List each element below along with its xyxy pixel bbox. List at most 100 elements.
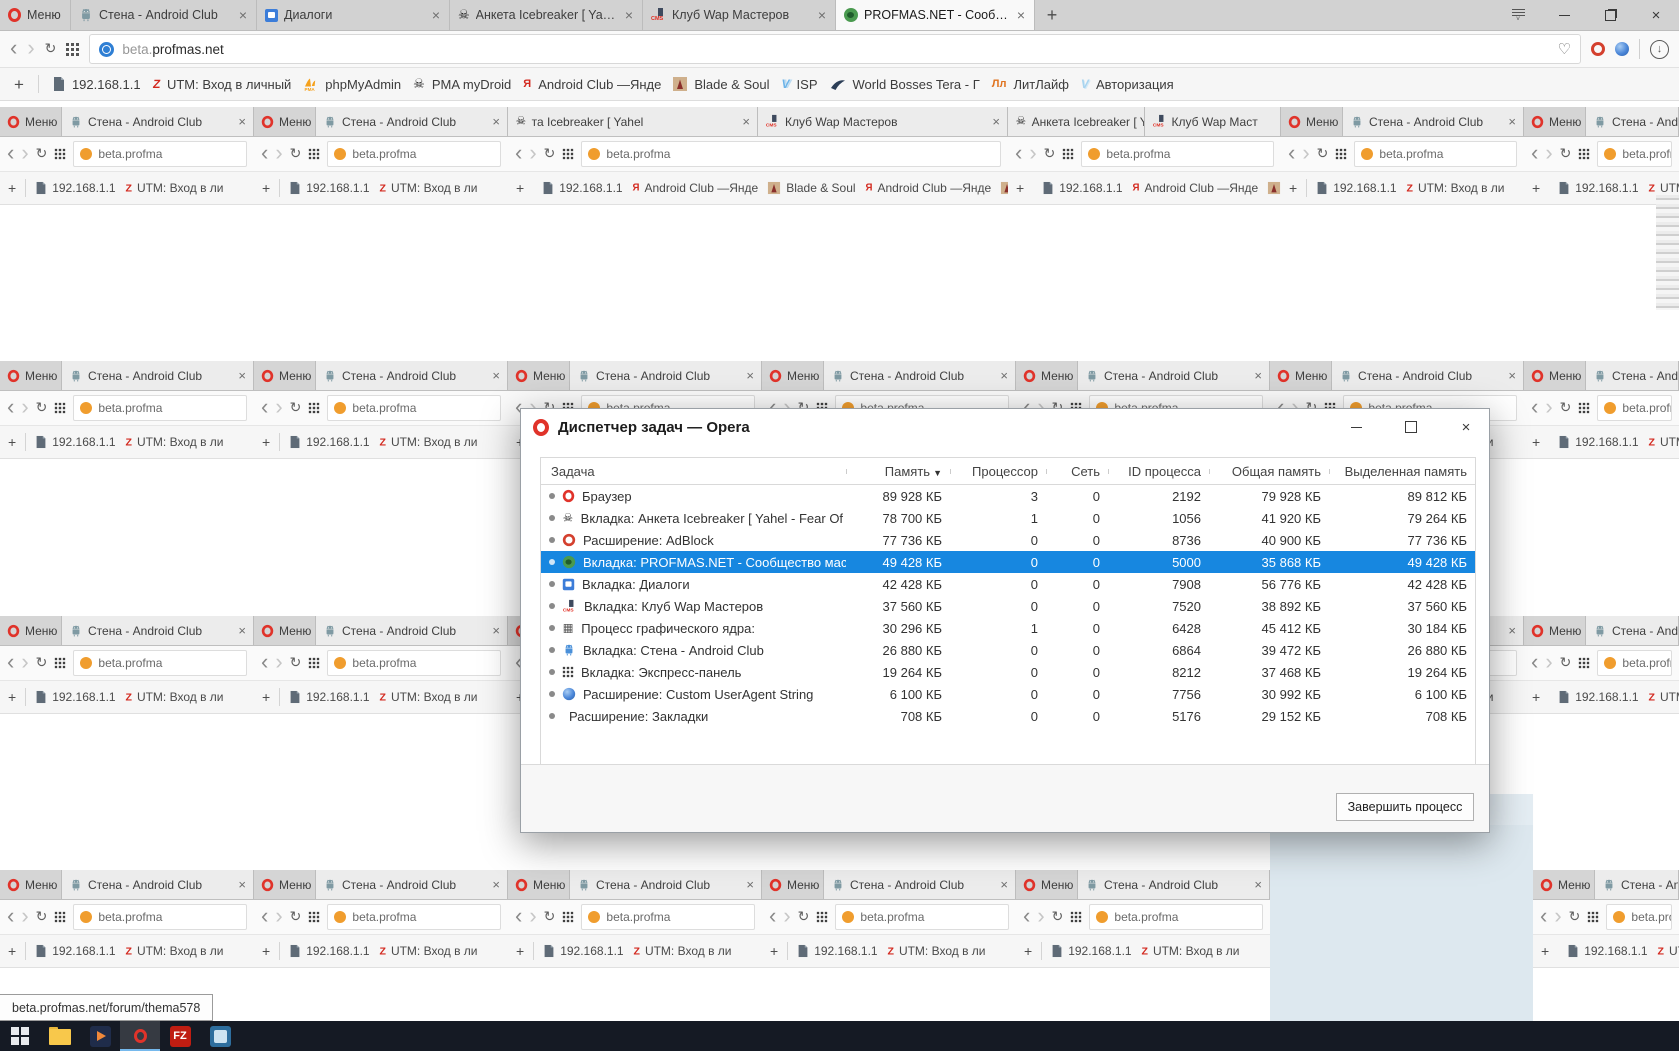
forward-icon[interactable]: › (21, 396, 28, 418)
back-icon[interactable]: ‹ (1531, 651, 1538, 673)
bookmark-item[interactable]: ZUTM: Вход в ли (1657, 944, 1679, 958)
add-bookmark-button[interactable]: + (770, 944, 778, 958)
bookmark-item[interactable]: 192.168.1.1 (35, 690, 115, 704)
reload-icon[interactable]: ↻ (290, 910, 302, 924)
reload-icon[interactable]: ↻ (544, 147, 556, 161)
bookmark-item[interactable]: 192.168.1.1 (289, 944, 369, 958)
site-badge-icon[interactable] (99, 42, 114, 57)
tab-0[interactable]: ☠Анкета Icebreaker [ Yahel× (1008, 107, 1145, 136)
bookmark-item[interactable]: ZUTM: Вход в ли (633, 944, 732, 958)
add-bookmark-button[interactable]: + (262, 181, 270, 195)
forward-icon[interactable]: › (1029, 142, 1036, 164)
address-bar[interactable]: beta. profmas.net ♡ (89, 34, 1581, 64)
bookmark-item[interactable]: Blade & Soul (1000, 181, 1008, 195)
reload-icon[interactable]: ↻ (544, 910, 556, 924)
tab-0[interactable]: Меню (1270, 361, 1332, 390)
bookmark-item[interactable]: 192.168.1.1 (1042, 181, 1122, 195)
column-task[interactable]: Задача (541, 464, 846, 479)
back-icon[interactable]: ‹ (7, 651, 14, 673)
bookmark-item[interactable]: VISP (782, 77, 818, 92)
address-bar[interactable]: beta.profma (73, 395, 247, 421)
tab-0[interactable]: Меню (1524, 616, 1586, 645)
forward-icon[interactable]: › (275, 651, 282, 673)
bookmark-heart-icon[interactable]: ♡ (1558, 42, 1571, 57)
filezilla[interactable]: FZ (160, 1021, 200, 1051)
add-bookmark-button[interactable]: + (14, 76, 24, 93)
tab-0[interactable]: Меню (508, 870, 570, 899)
tab-0[interactable]: Меню (254, 870, 316, 899)
bookmark-item[interactable]: 192.168.1.1 (1316, 181, 1396, 195)
bookmark-item[interactable]: Blade & Soul (767, 181, 855, 195)
bookmark-item[interactable]: 192.168.1.1 (35, 435, 115, 449)
end-process-button[interactable]: Завершить процесс (1336, 793, 1474, 821)
tab-3[interactable]: ☠Анкета Icebreaker [ Yahel× (450, 0, 643, 30)
back-icon[interactable]: ‹ (1015, 142, 1022, 164)
add-bookmark-button[interactable]: + (1532, 181, 1540, 195)
close-tab-icon[interactable]: × (742, 114, 750, 129)
address-bar[interactable]: beta.profma (1597, 141, 1672, 167)
opera-browser[interactable] (120, 1021, 160, 1051)
close-button[interactable]: × (1633, 0, 1679, 30)
tab-0[interactable]: Меню (1016, 870, 1078, 899)
add-bookmark-button[interactable]: + (262, 690, 270, 704)
tab-0[interactable]: Меню (0, 107, 62, 136)
tab-1[interactable]: Стена - Android Club× (62, 870, 254, 899)
minimize-button[interactable] (1541, 0, 1587, 30)
tab-0[interactable]: Меню (254, 361, 316, 390)
column-cpu[interactable]: Процессор (950, 464, 1046, 479)
back-icon[interactable]: ‹ (1540, 905, 1547, 927)
reload-icon[interactable]: ↻ (1569, 910, 1581, 924)
close-tab-icon[interactable]: × (492, 877, 500, 892)
address-bar[interactable]: beta.profma (581, 141, 1001, 167)
tab-0[interactable]: Меню (762, 870, 824, 899)
address-bar[interactable]: beta.profma (73, 650, 247, 676)
close-tab-icon[interactable]: × (746, 368, 754, 383)
address-bar[interactable]: beta.profma (581, 904, 755, 930)
reload-icon[interactable]: ↻ (36, 401, 48, 415)
bookmark-item[interactable]: ЯAndroid Club —Янде (1132, 181, 1259, 195)
bookmark-item[interactable]: 192.168.1.1 (289, 690, 369, 704)
tab-0[interactable]: Меню (0, 0, 71, 30)
tab-1[interactable]: Стена - Android Club× (570, 361, 762, 390)
table-row[interactable]: Вкладка: Стена - Android Club26 880 КБ00… (541, 639, 1475, 661)
reload-icon[interactable]: ↻ (1560, 401, 1572, 415)
tab-1[interactable]: Стена - Android Club× (1586, 361, 1679, 390)
tab-0[interactable]: Меню (0, 870, 62, 899)
table-row[interactable]: Вкладка: PROFMAS.NET - Сообщество мастер… (541, 551, 1475, 573)
forward-icon[interactable]: › (21, 905, 28, 927)
tab-0[interactable]: Меню (254, 616, 316, 645)
tab-0[interactable]: Меню (0, 361, 62, 390)
bookmark-item[interactable]: 192.168.1.1 (35, 944, 115, 958)
dialog-titlebar[interactable]: Диспетчер задач — Opera × (521, 409, 1489, 445)
bookmark-item[interactable]: ZUTM: Вход в ли (379, 944, 478, 958)
reload-icon[interactable]: ↻ (36, 656, 48, 670)
bookmark-item[interactable]: Blade & Soul (673, 77, 769, 92)
forward-icon[interactable]: › (529, 905, 536, 927)
reload-icon[interactable]: ↻ (1560, 147, 1572, 161)
tab-1[interactable]: Стена - Android Club× (1595, 870, 1679, 899)
start-button[interactable] (0, 1021, 40, 1051)
close-tab-icon[interactable]: × (1000, 877, 1008, 892)
bookmark-item[interactable]: VАвторизация (1081, 77, 1174, 92)
forward-icon[interactable]: › (21, 651, 28, 673)
back-icon[interactable]: ‹ (1288, 142, 1295, 164)
tab-1[interactable]: Клуб Wap Маст (1145, 107, 1282, 136)
tab-0[interactable]: Меню (1281, 107, 1343, 136)
bookmark-item[interactable]: ZUTM: Вход в ли (379, 690, 478, 704)
add-bookmark-button[interactable]: + (8, 690, 16, 704)
table-row[interactable]: Расширение: Закладки708 КБ00517629 152 К… (541, 705, 1475, 727)
close-tab-icon[interactable]: × (992, 114, 1000, 129)
forward-icon[interactable]: › (1545, 651, 1552, 673)
back-icon[interactable]: ‹ (515, 905, 522, 927)
column-pid[interactable]: ID процесса (1108, 464, 1209, 479)
file-explorer[interactable] (40, 1021, 80, 1051)
back-icon[interactable]: ‹ (515, 142, 522, 164)
back-icon[interactable]: ‹ (7, 142, 14, 164)
speed-dial-icon[interactable] (66, 43, 79, 56)
address-bar[interactable]: beta.profma (73, 904, 247, 930)
tab-1[interactable]: Стена - Android Club× (62, 107, 254, 136)
useragent-extension-icon[interactable] (1615, 42, 1629, 56)
bookmark-item[interactable]: 192.168.1.1 (1558, 435, 1638, 449)
forward-icon[interactable]: › (1545, 396, 1552, 418)
reload-icon[interactable]: ↻ (290, 656, 302, 670)
